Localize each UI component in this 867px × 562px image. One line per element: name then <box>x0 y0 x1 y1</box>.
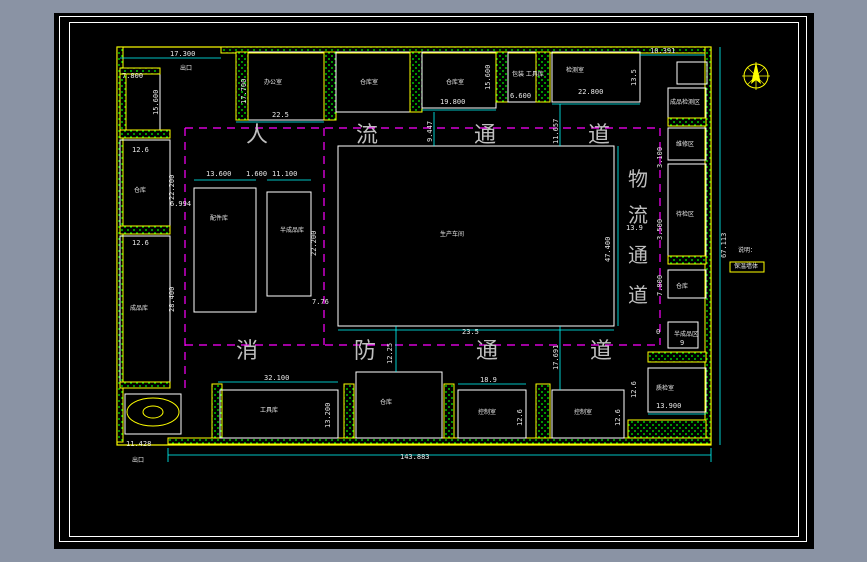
label-bottom-a: 工具库 <box>260 406 278 414</box>
aisle-fire-1: 消 <box>236 339 258 364</box>
aisle-logistics-1: 物 <box>628 167 648 191</box>
dim-top-mid-width: 19.800 <box>440 98 465 106</box>
dim-bottom-e: 13.900 <box>656 402 681 410</box>
floor-plan: 143.883 67.113 17.300 10.391 7.800 15.60… <box>116 46 770 464</box>
label-bottom-d: 控制室 <box>574 408 592 416</box>
label-exit-bottom: 出口 <box>132 456 144 464</box>
dim-office-height: 17.700 <box>240 79 248 104</box>
dim-bottom-a: 32.100 <box>264 374 289 382</box>
dim-mid-gap: 1.600 <box>246 170 267 178</box>
dim-left-store-bottom-h: 28.400 <box>168 287 176 312</box>
label-left-lower: 成品库 <box>130 304 148 312</box>
label-office: 办公室 <box>264 78 282 86</box>
dim-left-store-top-h: 22.200 <box>168 175 176 200</box>
label-right-f: 质检室 <box>656 384 674 392</box>
dim-aisle-gap-b: 11.657 <box>552 119 560 144</box>
dim-right-small: 9 <box>680 339 684 347</box>
dim-bottom-a-h: 13.200 <box>324 403 332 428</box>
aisle-people-4: 道 <box>588 123 610 148</box>
dim-right-zero: 0 <box>656 328 660 336</box>
compass-icon <box>742 62 770 90</box>
dim-left-store-bottom: 12.6 <box>132 239 149 247</box>
label-legend: 说明： <box>738 246 756 254</box>
label-center: 生产车间 <box>440 230 464 238</box>
dim-mid-a: 13.600 <box>206 170 231 178</box>
dim-mid-b-h: 22.200 <box>310 231 318 256</box>
label-right-c: 待检区 <box>676 210 694 218</box>
label-entrance-top: 出口 <box>180 64 192 72</box>
dim-left-store-top: 12.6 <box>132 146 149 154</box>
dim-right-c: 7.800 <box>656 275 664 296</box>
label-mid-right: 半成品库 <box>280 226 304 234</box>
dim-overall-width: 143.883 <box>400 453 430 461</box>
label-top-room-b: 仓库室 <box>360 78 378 86</box>
dim-center-width: 23.5 <box>462 328 479 336</box>
label-top-room-d: 包装 工具库 <box>512 70 544 78</box>
dim-top-small-width: 6.600 <box>510 92 531 100</box>
aisle-people-2: 流 <box>356 123 378 148</box>
dim-top-right-width: 22.800 <box>578 88 603 96</box>
dim-right-b: 3.500 <box>656 219 664 240</box>
dim-top-right-offset: 10.391 <box>650 47 675 55</box>
aisle-people-3: 通 <box>474 123 496 148</box>
top-rooms <box>119 51 641 131</box>
dim-left-gap: 6.994 <box>170 200 191 208</box>
aisle-fire-3: 通 <box>476 339 498 364</box>
label-bottom-b: 仓库 <box>380 398 392 406</box>
dim-bottom-d-gap: 17.691 <box>552 345 560 370</box>
dim-center-height: 47.400 <box>604 237 612 262</box>
dim-bottom-e-h: 12.6 <box>630 381 638 398</box>
label-right-d: 仓库 <box>676 282 688 290</box>
dim-bottom-d-h: 12.6 <box>614 409 622 426</box>
dim-right-height: 67.113 <box>720 233 728 258</box>
dim-small-gap: 7.76 <box>312 298 329 306</box>
label-right-a: 成品检测区 <box>670 98 700 106</box>
dim-top-left-block: 7.800 <box>122 72 143 80</box>
aisle-fire-2: 防 <box>354 339 376 364</box>
dim-right-a: 3.100 <box>656 147 664 168</box>
aisle-logistics-4: 道 <box>628 283 648 307</box>
dim-bottom-left: 11.428 <box>126 440 151 448</box>
dim-aisle-gap-a: 9.447 <box>426 121 434 142</box>
dim-top-right-height: 13.5 <box>630 69 638 86</box>
label-right-e: 半成品区 <box>674 330 698 338</box>
dim-office-width: 22.5 <box>272 111 289 119</box>
label-top-room-c: 仓库室 <box>446 78 464 86</box>
label-left-upper: 仓库 <box>134 186 146 194</box>
label-mid-left: 配件库 <box>210 214 228 222</box>
label-top-room-e: 检测室 <box>566 66 584 74</box>
dim-left-block-height: 15.600 <box>152 90 160 115</box>
dim-top-left-offset: 17.300 <box>170 50 195 58</box>
label-right-b: 维修区 <box>676 140 694 148</box>
label-legend-item: 保温墙体 <box>734 262 758 270</box>
aisle-logistics-3: 通 <box>628 243 648 267</box>
dim-bottom-c: 18.9 <box>480 376 497 384</box>
dim-bottom-b-gap: 12.25 <box>386 343 394 364</box>
label-bottom-c: 控制室 <box>478 408 496 416</box>
aisle-fire-4: 道 <box>590 339 612 364</box>
dim-bottom-c-h: 12.6 <box>516 409 524 426</box>
dim-top-mid-height: 15.600 <box>484 65 492 90</box>
aisle-text: 人 流 通 道 消 防 通 道 物 流 通 道 <box>236 123 648 364</box>
dim-mid-b: 11.100 <box>272 170 297 178</box>
aisle-people-1: 人 <box>246 123 268 148</box>
aisle-logistics-2: 流 <box>628 203 648 227</box>
